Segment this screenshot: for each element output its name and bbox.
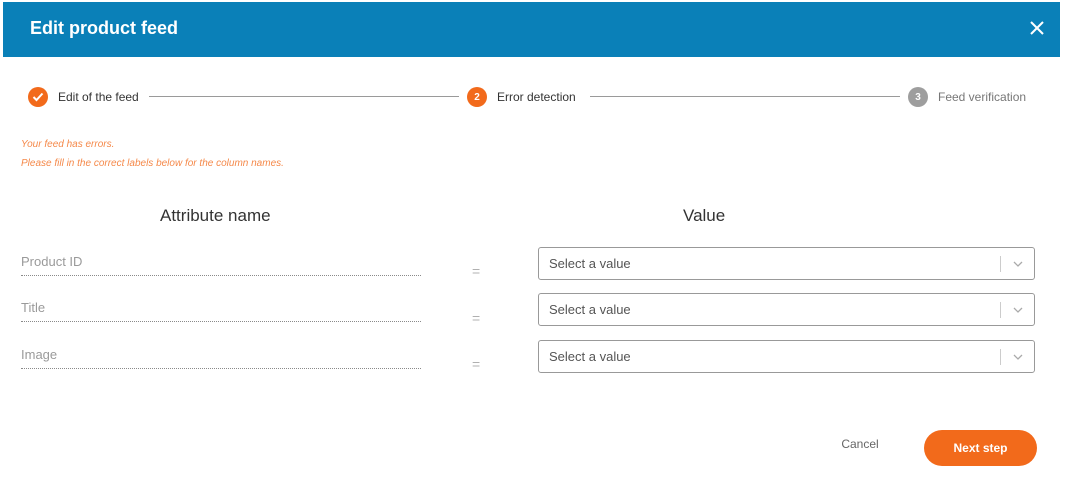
select-placeholder: Select a value: [549, 349, 631, 364]
step-label-feed-verification: Feed verification: [938, 90, 1027, 104]
attribute-title: Title: [21, 300, 421, 322]
equals-sign: =: [472, 356, 481, 372]
step-error-detection: 2 Error detection: [467, 86, 576, 108]
chevron-down-icon: [1013, 261, 1023, 267]
select-divider: [1000, 349, 1001, 365]
select-divider: [1000, 302, 1001, 318]
image-value-select[interactable]: Select a value: [538, 340, 1035, 373]
next-step-button[interactable]: Next step: [924, 430, 1037, 466]
step-label-edit-feed: Edit of the feed: [58, 90, 139, 104]
check-icon: [28, 87, 48, 107]
dialog-header: Edit product feed: [3, 2, 1060, 57]
edit-feed-dialog: Edit product feed Edit of the feed 2 Err…: [0, 0, 1065, 481]
equals-sign: =: [472, 310, 481, 326]
chevron-down-icon: [1013, 307, 1023, 313]
close-icon: [1030, 21, 1044, 35]
step-feed-verification: 3 Feed verification: [908, 86, 1026, 108]
value-header: Value: [683, 206, 726, 225]
attribute-image: Image: [21, 347, 421, 369]
step-edit-feed: Edit of the feed: [28, 86, 139, 108]
step-connector-1: [149, 96, 459, 97]
error-message-line-2: Please fill in the correct labels below …: [21, 158, 284, 169]
select-placeholder: Select a value: [549, 256, 631, 271]
title-value-select[interactable]: Select a value: [538, 293, 1035, 326]
equals-sign: =: [472, 263, 481, 279]
cancel-button[interactable]: Cancel: [830, 437, 890, 457]
step-number-badge: 2: [467, 87, 487, 107]
step-number-badge: 3: [908, 87, 928, 107]
dialog-title: Edit product feed: [30, 18, 178, 38]
step-label-error-detection: Error detection: [497, 90, 576, 104]
error-message-line-1: Your feed has errors.: [21, 139, 115, 150]
product-id-value-select[interactable]: Select a value: [538, 247, 1035, 280]
attribute-product-id: Product ID: [21, 254, 421, 276]
chevron-down-icon: [1013, 354, 1023, 360]
close-button[interactable]: [1026, 17, 1048, 39]
select-placeholder: Select a value: [549, 302, 631, 317]
attribute-name-header: Attribute name: [160, 206, 271, 225]
step-connector-2: [590, 96, 900, 97]
select-divider: [1000, 256, 1001, 272]
